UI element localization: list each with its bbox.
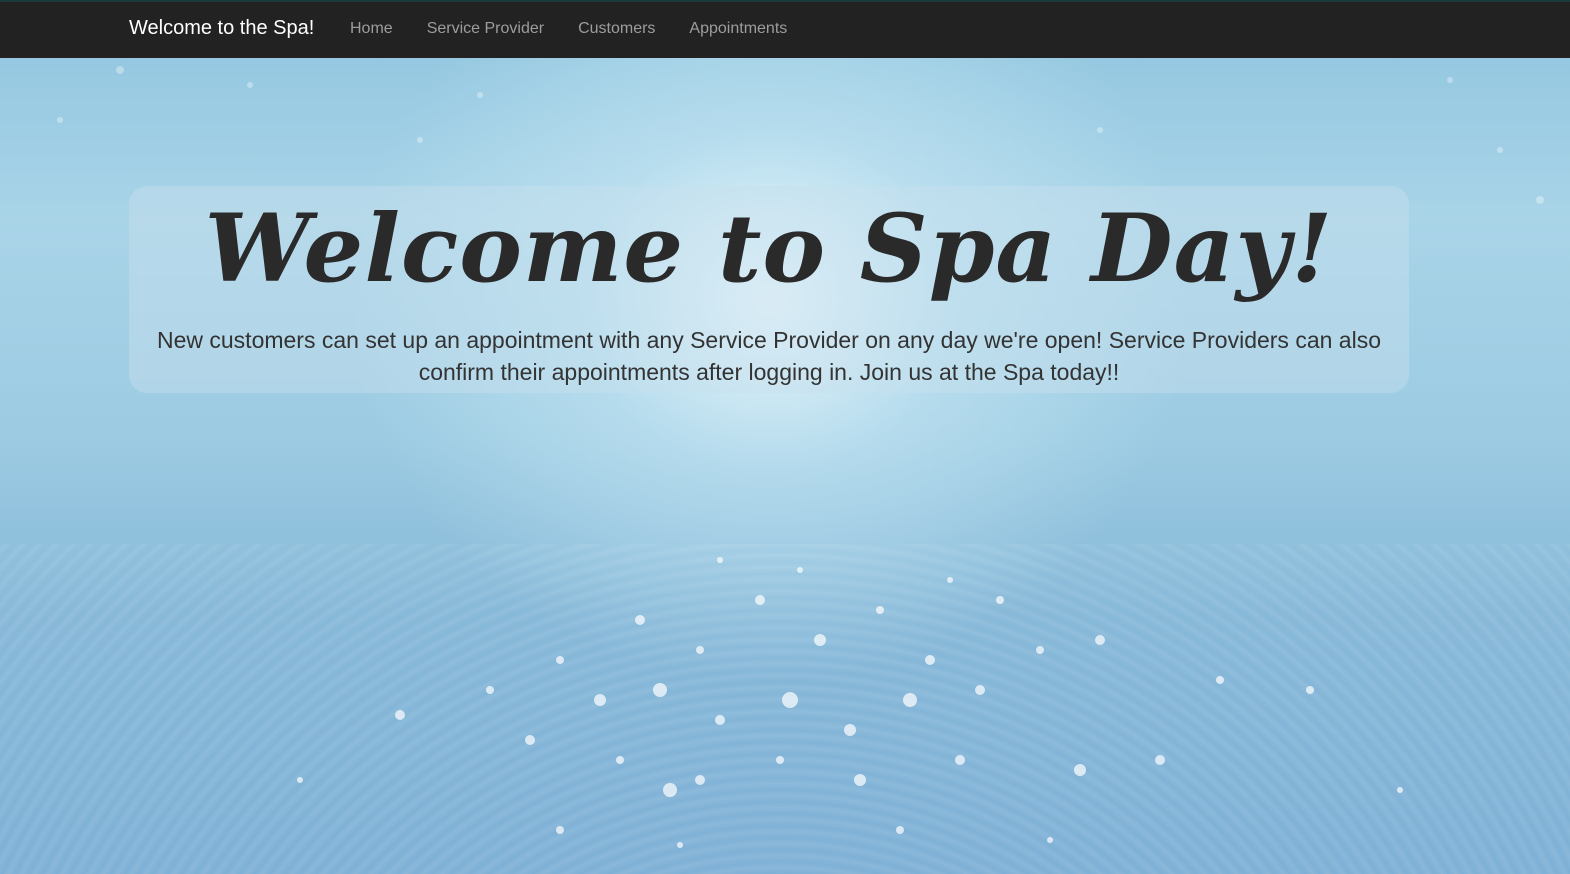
nav-link-service-provider[interactable]: Service Provider [427,20,544,38]
hero-description: New customers can set up an appointment … [156,327,1381,385]
water-sparkles-decoration [57,66,1544,848]
nav-link-customers[interactable]: Customers [578,20,655,38]
welcome-jumbotron: Welcome to Spa Day! New customers can se… [129,186,1409,393]
nav-link-appointments[interactable]: Appointments [689,20,787,38]
page-background: Welcome to the Spa! Home Service Provide… [0,0,1570,874]
page-title: Welcome to Spa Day! [204,194,1334,304]
nav-link-home[interactable]: Home [350,20,393,38]
nav-links: Home Service Provider Customers Appointm… [350,20,787,38]
top-navbar: Welcome to the Spa! Home Service Provide… [0,0,1570,58]
brand-link[interactable]: Welcome to the Spa! [129,17,314,40]
